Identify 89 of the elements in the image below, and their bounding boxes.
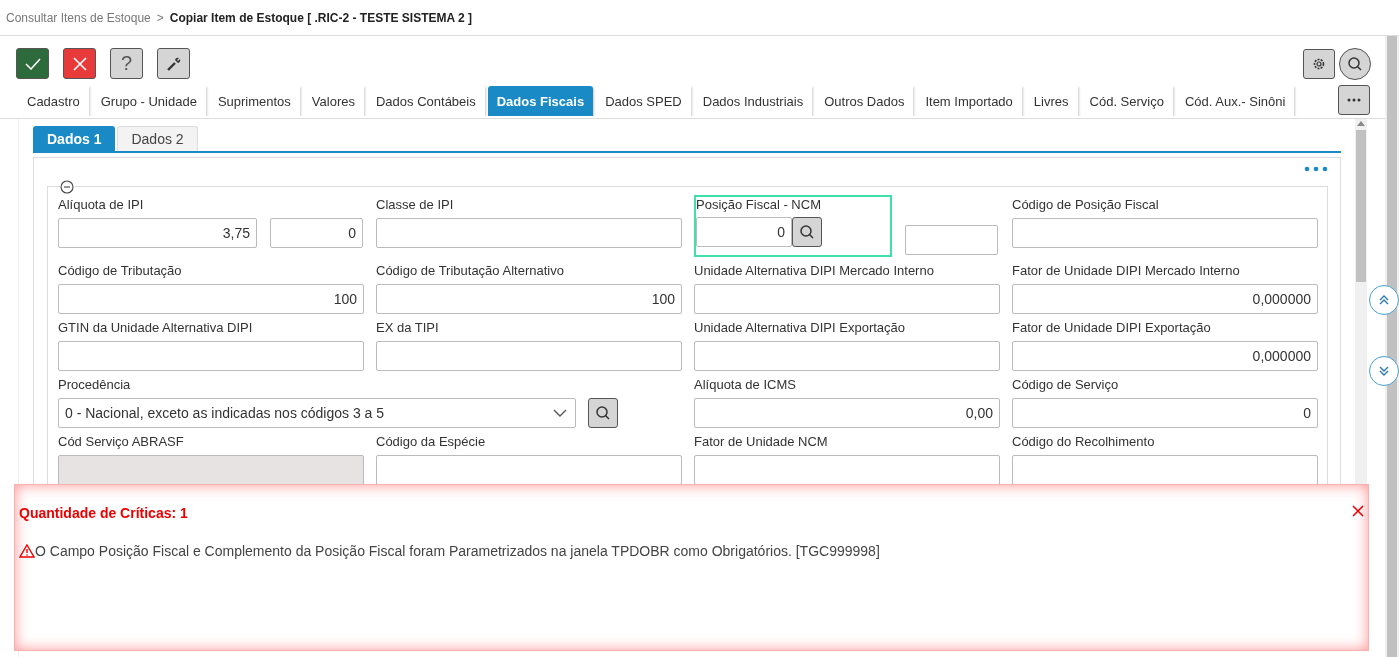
field-label: Código de Tributação Alternativo [376,263,565,280]
ellipsis-icon[interactable] [1304,166,1328,172]
field-label: Posição Fiscal - NCM [696,197,822,214]
tab[interactable]: Livres [1024,86,1078,116]
input-field[interactable]: 100 [376,284,682,314]
field-label: GTIN da Unidade Alternativa DIPI [58,320,254,337]
error-message: O Campo Posição Fiscal e Complemento da Posição Fiscal foram Parametrizados na janela TPDOBR como Obrigatórios. [TGC999998] [35,543,880,559]
scroll-up-arrow-icon[interactable] [1357,121,1365,126]
field-label: Fator de Unidade NCM [694,434,829,451]
input-field[interactable]: 0 [696,217,792,247]
input-field[interactable] [905,225,998,255]
help-button[interactable]: ? [110,48,143,79]
breadcrumb-separator: > [156,10,164,25]
confirm-button[interactable] [16,48,49,79]
search-button[interactable] [792,217,822,247]
tab[interactable]: Outros Dados [815,86,914,116]
field-label: Unidade Alternativa DIPI Mercado Interno [694,263,935,280]
lookup-field[interactable]: Posição Fiscal - NCM 0 [694,195,892,257]
field-label: Unidade Alternativa DIPI Exportação [694,320,906,337]
field-label: Fator de Unidade DIPI Mercado Interno [1012,263,1241,280]
scroll-up-button[interactable] [1369,285,1399,315]
scrollbar[interactable] [1355,119,1367,487]
input-field[interactable] [376,455,682,485]
check-icon [24,57,41,70]
input-field[interactable] [694,341,1000,371]
input-field[interactable]: 0 [270,218,363,248]
tab[interactable]: Grupo - Unidade [91,86,206,116]
ellipsis-icon [1347,98,1361,102]
chevron-down-icon [553,409,567,417]
input-field[interactable]: 0,00 [694,398,1000,428]
settings-icon [1312,56,1326,71]
tab[interactable]: Cód. Aux.- Sinôni [1175,86,1295,116]
field-label: Fator de Unidade DIPI Exportação [1012,320,1212,337]
settings-button[interactable] [1303,48,1335,79]
wrench-icon [165,55,182,72]
field-label: Código de Tributação [58,263,183,280]
tab[interactable]: Dados Contábeis [367,86,485,116]
search-button[interactable] [1339,47,1371,80]
close-icon [72,56,87,71]
input-field[interactable]: 0 [1012,398,1318,428]
tab[interactable]: Item Importado [916,86,1022,116]
input-field[interactable] [376,218,682,248]
search-icon [1347,55,1363,72]
field-label: Código do Recolhimento [1012,434,1156,451]
tab[interactable]: Cadastro [18,86,89,116]
more-button[interactable] [1338,85,1370,115]
field-label: Código da Espécie [376,434,487,451]
field-label: Procedência [58,377,132,394]
field-label: Cód Serviço ABRASF [58,434,185,451]
field-label: Alíquota de IPI [58,197,145,214]
collapse-icon[interactable] [60,180,74,194]
search-icon [799,224,815,240]
tab[interactable]: Valores [302,86,364,116]
warning-icon [19,544,35,558]
search-button[interactable] [588,398,618,428]
field-label: Classe de IPI [376,197,455,214]
page-title: Copiar Item de Estoque [ .RIC-2 - TESTE SISTEMA 2 ] [169,10,473,25]
input-field[interactable] [1012,455,1318,485]
tab[interactable]: Dados Fiscais [487,86,594,116]
input-field[interactable] [58,341,364,371]
double-chevron-down-icon [1379,366,1389,376]
input-field[interactable]: 3,75 [58,218,257,248]
double-chevron-up-icon [1379,295,1389,305]
error-title: Quantidade de Críticas: 1 [19,505,188,521]
input-field[interactable]: 100 [58,284,364,314]
scrollbar[interactable] [1385,36,1399,657]
tab[interactable]: Dados Industriais [693,86,813,116]
breadcrumb-link[interactable]: Consultar Itens de Estoque [6,10,151,25]
input-field[interactable]: 0,000000 [1012,284,1318,314]
input-field[interactable] [376,341,682,371]
field-label: Código de Posição Fiscal [1012,197,1160,214]
tab[interactable]: Suprimentos [208,86,300,116]
tab[interactable]: Dados SPED [596,86,691,116]
tab[interactable]: Dados 1 [33,126,116,151]
dropdown-field[interactable]: 0 - Nacional, exceto as indicadas nos códigos 3 a 5 [58,398,576,428]
tab[interactable]: Dados 2 [117,126,198,151]
input-field[interactable] [694,455,1000,485]
field-label: EX da TIPI [376,320,440,337]
tab[interactable]: Cód. Serviço [1080,86,1173,116]
search-icon [595,405,611,421]
field-label: Código de Serviço [1012,377,1120,394]
tools-button[interactable] [157,48,190,79]
scroll-down-button[interactable] [1369,356,1399,386]
cancel-button[interactable] [63,48,96,79]
input-field[interactable]: 0,000000 [1012,341,1318,371]
input-field[interactable] [694,284,1000,314]
field-label: Alíquota de ICMS [694,377,797,394]
input-field[interactable] [1012,218,1318,248]
close-icon[interactable] [1352,505,1364,517]
